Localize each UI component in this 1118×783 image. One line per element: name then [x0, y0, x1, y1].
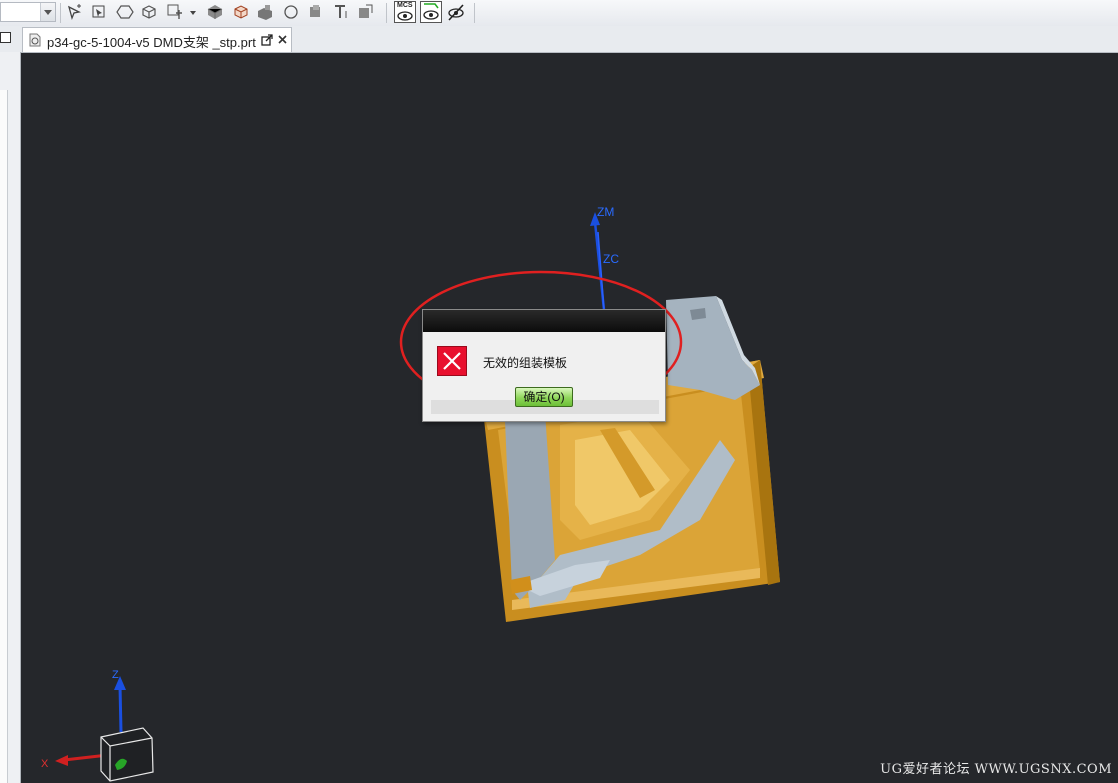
resource-bar-panel[interactable]	[0, 90, 8, 783]
toolbar-divider	[60, 3, 61, 23]
toolbar-divider	[474, 3, 475, 23]
triad-x-label: X	[41, 758, 49, 770]
part-file-icon	[29, 33, 41, 47]
ok-button[interactable]: 确定(O)	[515, 387, 573, 407]
mcs-label: MCS	[397, 2, 413, 9]
toolbar-divider	[386, 3, 387, 23]
error-icon	[437, 346, 467, 376]
error-dialog: 无效的组装模板 确定(O)	[422, 309, 666, 422]
dialog-title-bar[interactable]	[423, 310, 665, 332]
document-tab[interactable]: p34-gc-5-1004-v5 DMD支架 _stp.prt	[22, 27, 292, 52]
work-coordinate-axes: ZM ZC	[590, 205, 619, 311]
wcs-display-icon[interactable]: MCS	[394, 1, 416, 23]
component-icon[interactable]	[166, 3, 184, 21]
solid-body-icon[interactable]	[140, 3, 158, 21]
view-triad[interactable]: Z X	[41, 669, 154, 782]
chevron-down-icon[interactable]	[40, 3, 55, 21]
text-icon[interactable]	[332, 3, 350, 21]
close-tab-icon[interactable]	[277, 34, 288, 45]
hide-icon[interactable]	[446, 2, 466, 22]
layer-icon[interactable]	[356, 3, 374, 21]
selection-filter-combo[interactable]	[0, 2, 56, 22]
triad-z-label: Z	[112, 669, 119, 681]
dropdown-icon[interactable]	[188, 3, 198, 21]
selection-arrow-icon[interactable]	[66, 3, 84, 21]
circle-icon[interactable]	[282, 3, 300, 21]
polygon-icon[interactable]	[116, 3, 134, 21]
zm-axis-label: ZM	[597, 205, 614, 219]
snap-point-icon[interactable]	[90, 3, 108, 21]
document-tab-title: p34-gc-5-1004-v5 DMD支架 _stp.prt	[47, 35, 256, 50]
edged-cube-icon[interactable]	[232, 3, 250, 21]
forum-watermark: UG爱好者论坛 WWW.UGSNX.COM	[880, 762, 1112, 777]
restore-window-icon[interactable]	[0, 32, 11, 43]
top-toolbar: MCS	[0, 0, 1118, 27]
feature-icon[interactable]	[306, 3, 324, 21]
block-icon[interactable]	[256, 3, 274, 21]
detach-tab-icon[interactable]	[261, 34, 273, 46]
show-icon[interactable]	[420, 1, 442, 23]
zc-axis-label: ZC	[603, 252, 619, 266]
shaded-cube-icon[interactable]	[206, 3, 224, 21]
resource-bar	[0, 52, 21, 783]
error-message: 无效的组装模板	[483, 356, 568, 370]
